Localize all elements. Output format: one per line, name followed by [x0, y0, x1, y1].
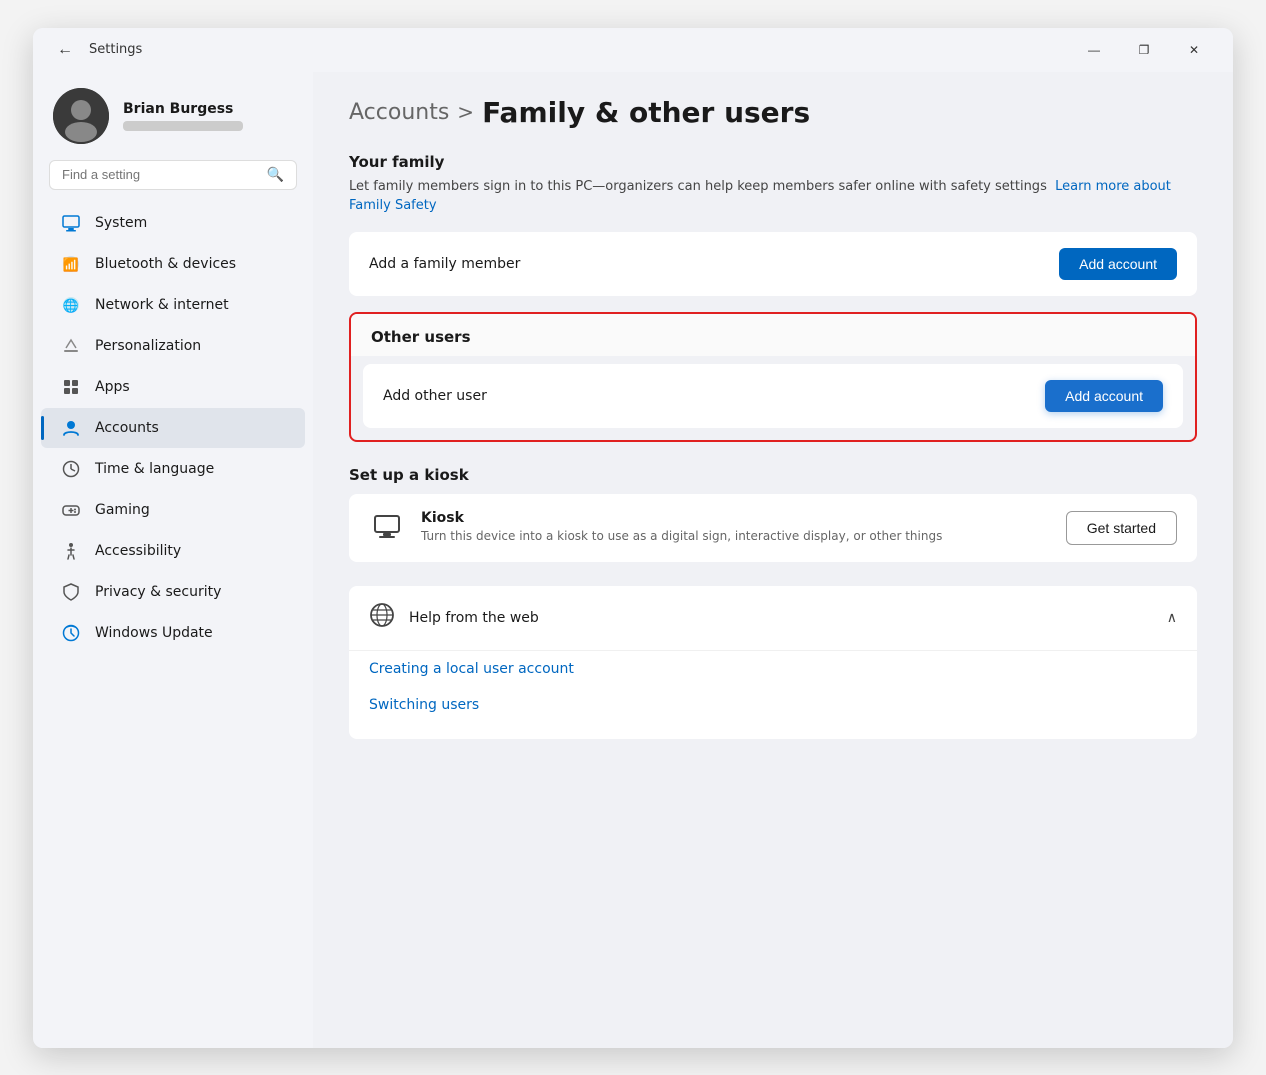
breadcrumb-separator: >	[457, 100, 474, 124]
apps-icon	[61, 377, 81, 397]
main-content: Accounts > Family & other users Your fam…	[313, 72, 1233, 1048]
help-links: Creating a local user account Switching …	[349, 650, 1197, 739]
sidebar-item-label-system: System	[95, 215, 147, 231]
avatar-image	[53, 88, 109, 144]
other-users-header: Other users	[351, 314, 1195, 356]
kiosk-description: Turn this device into a kiosk to use as …	[421, 528, 1050, 545]
network-icon: 🌐	[61, 295, 81, 315]
help-link-creating-local[interactable]: Creating a local user account	[369, 651, 1177, 687]
breadcrumb-current: Family & other users	[482, 96, 810, 129]
help-header[interactable]: Help from the web ∧	[349, 586, 1197, 650]
bluetooth-icon: 📶	[61, 254, 81, 274]
privacy-security-icon	[61, 582, 81, 602]
user-profile: Brian Burgess	[33, 72, 313, 156]
add-family-account-button[interactable]: Add account	[1059, 248, 1177, 280]
sidebar-item-label-bluetooth: Bluetooth & devices	[95, 256, 236, 272]
sidebar-item-bluetooth[interactable]: 📶 Bluetooth & devices	[41, 244, 305, 284]
user-email-blurred	[123, 121, 243, 131]
user-info: Brian Burgess	[123, 101, 243, 131]
add-family-member-card: Add a family member Add account	[349, 232, 1197, 296]
search-icon: 🔍	[267, 167, 284, 183]
sidebar-item-label-apps: Apps	[95, 379, 130, 395]
windows-update-icon	[61, 623, 81, 643]
sidebar-item-label-gaming: Gaming	[95, 502, 150, 518]
your-family-description: Let family members sign in to this PC—or…	[349, 177, 1197, 216]
sidebar-item-label-windows-update: Windows Update	[95, 625, 213, 641]
add-other-user-label: Add other user	[383, 388, 487, 404]
sidebar-item-time-language[interactable]: Time & language	[41, 449, 305, 489]
sidebar-item-label-network: Network & internet	[95, 297, 229, 313]
back-button[interactable]: ←	[49, 34, 81, 66]
help-link-switching-users[interactable]: Switching users	[369, 687, 1177, 723]
add-family-member-label: Add a family member	[369, 256, 520, 272]
your-family-title: Your family	[349, 153, 1197, 171]
sidebar-item-personalization[interactable]: Personalization	[41, 326, 305, 366]
help-header-content: Help from the web	[369, 602, 539, 634]
time-language-icon	[61, 459, 81, 479]
sidebar-item-system[interactable]: System	[41, 203, 305, 243]
window-title: Settings	[89, 42, 142, 57]
kiosk-card: Kiosk Turn this device into a kiosk to u…	[349, 494, 1197, 562]
svg-text:📶: 📶	[63, 257, 79, 273]
sidebar-item-accounts[interactable]: Accounts	[41, 408, 305, 448]
sidebar-item-privacy-security[interactable]: Privacy & security	[41, 572, 305, 612]
sidebar-item-label-time-language: Time & language	[95, 461, 214, 477]
sidebar-item-apps[interactable]: Apps	[41, 367, 305, 407]
search-input[interactable]	[62, 167, 259, 182]
kiosk-info: Kiosk Turn this device into a kiosk to u…	[421, 510, 1050, 545]
sidebar-item-accessibility[interactable]: Accessibility	[41, 531, 305, 571]
search-box[interactable]: 🔍	[49, 160, 297, 190]
system-icon	[61, 213, 81, 233]
sidebar-item-label-privacy-security: Privacy & security	[95, 584, 221, 600]
close-button[interactable]: ✕	[1171, 34, 1217, 66]
sidebar-nav: System 📶 Bluetooth & devices 🌐 Network &…	[33, 202, 313, 654]
add-other-user-button[interactable]: Add account	[1045, 380, 1163, 412]
add-other-user-card: Add other user Add account	[363, 364, 1183, 428]
other-users-title: Other users	[371, 328, 471, 346]
kiosk-title: Kiosk	[421, 510, 1050, 526]
kiosk-icon	[369, 510, 405, 546]
kiosk-section-title: Set up a kiosk	[349, 466, 1197, 484]
sidebar: Brian Burgess 🔍 System	[33, 72, 313, 1048]
help-web-icon	[369, 602, 395, 634]
help-title: Help from the web	[409, 610, 539, 626]
kiosk-section: Set up a kiosk Kiosk Turn this device in…	[349, 466, 1197, 562]
gaming-icon	[61, 500, 81, 520]
title-bar: ← Settings — ❐ ✕	[33, 28, 1233, 72]
content-area: Brian Burgess 🔍 System	[33, 72, 1233, 1048]
avatar	[53, 88, 109, 144]
kiosk-get-started-button[interactable]: Get started	[1066, 511, 1177, 545]
other-users-section: Other users Add other user Add account	[349, 312, 1197, 442]
sidebar-item-network[interactable]: 🌐 Network & internet	[41, 285, 305, 325]
sidebar-item-label-personalization: Personalization	[95, 338, 201, 354]
accounts-icon	[61, 418, 81, 438]
svg-text:🌐: 🌐	[63, 298, 79, 314]
sidebar-item-gaming[interactable]: Gaming	[41, 490, 305, 530]
user-name: Brian Burgess	[123, 101, 243, 117]
window-controls: — ❐ ✕	[1071, 34, 1217, 66]
accessibility-icon	[61, 541, 81, 561]
settings-window: ← Settings — ❐ ✕	[33, 28, 1233, 1048]
help-section: Help from the web ∧ Creating a local use…	[349, 586, 1197, 739]
breadcrumb-parent: Accounts	[349, 100, 449, 125]
minimize-button[interactable]: —	[1071, 34, 1117, 66]
personalization-icon	[61, 336, 81, 356]
chevron-up-icon: ∧	[1167, 610, 1177, 626]
sidebar-item-windows-update[interactable]: Windows Update	[41, 613, 305, 653]
sidebar-item-label-accounts: Accounts	[95, 420, 159, 436]
sidebar-item-label-accessibility: Accessibility	[95, 543, 181, 559]
breadcrumb: Accounts > Family & other users	[349, 96, 1197, 129]
maximize-button[interactable]: ❐	[1121, 34, 1167, 66]
